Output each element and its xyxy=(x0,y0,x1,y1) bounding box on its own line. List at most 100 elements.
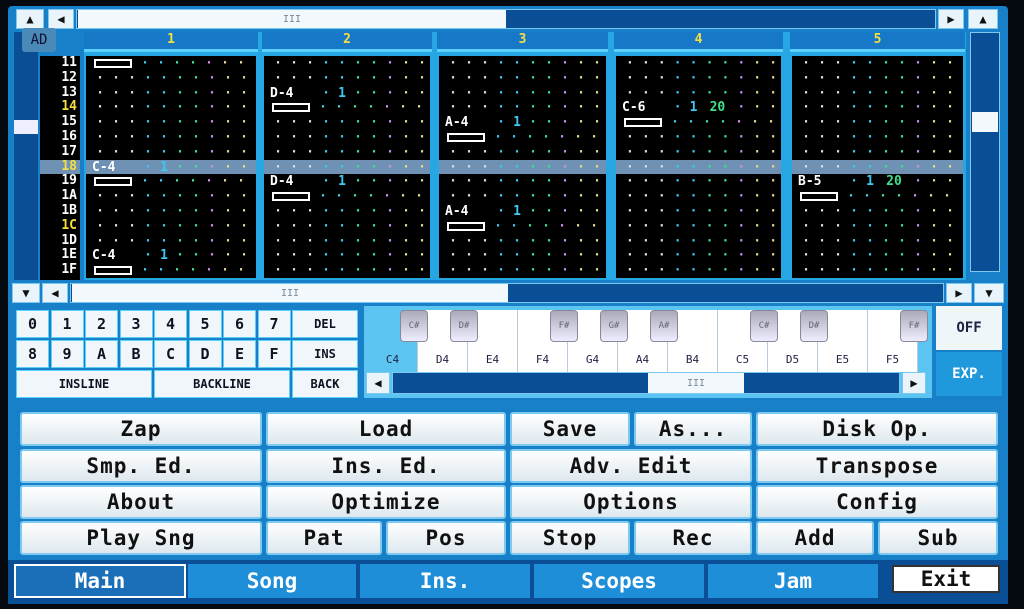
pattern-row[interactable]: · · · · · · · · · · xyxy=(86,86,256,101)
pattern-row[interactable]: · · · · · · · · · · xyxy=(439,71,606,86)
black-key[interactable]: F# xyxy=(900,310,928,342)
pattern-row[interactable]: · · · · · · · · · · xyxy=(616,56,781,71)
key-a[interactable]: A xyxy=(85,340,118,368)
channel-header[interactable]: 3 xyxy=(437,32,608,52)
channel-header[interactable]: 2 xyxy=(262,32,432,52)
pattern-row[interactable]: C-6 · 1 20 · · · xyxy=(616,100,781,115)
stop-button[interactable]: Stop xyxy=(510,521,630,555)
play-position-button[interactable]: Pos xyxy=(386,521,506,555)
piano-scroll-thumb[interactable]: III xyxy=(648,373,744,393)
black-key[interactable]: D# xyxy=(800,310,828,342)
pattern-row[interactable]: · · · · · · · · · · xyxy=(264,234,430,249)
channel-column[interactable]: · · · · · · · · · · · · · · · · · · · · · · · · · · · · · · · · · · · · · · · ·… xyxy=(792,56,963,278)
key-7[interactable]: 7 xyxy=(257,310,291,338)
pattern-row[interactable]: · · · · · · · · · · xyxy=(264,248,430,263)
save-as-button[interactable]: As... xyxy=(634,412,752,446)
sub-button[interactable]: Sub xyxy=(878,521,998,555)
pattern-row[interactable]: · · · · · · · · · · xyxy=(616,263,781,278)
key-1[interactable]: 1 xyxy=(50,310,84,338)
scroll-down-icon[interactable]: ▼ xyxy=(974,283,1004,303)
pattern-row[interactable]: C-4 · 1 · · · · · xyxy=(86,248,256,263)
pattern-row[interactable]: · · · · · · · · · · xyxy=(439,263,606,278)
pattern-row[interactable]: C-4 · 1 · · · · · xyxy=(86,160,256,175)
pattern-row[interactable]: · · · · · · · · · · xyxy=(616,71,781,86)
advanced-edit-button[interactable]: Adv. Edit xyxy=(510,449,752,483)
backline-key[interactable]: BACKLINE xyxy=(154,370,290,398)
pattern-vscrollbar[interactable] xyxy=(970,32,1000,272)
black-key[interactable]: G# xyxy=(600,310,628,342)
pattern-row[interactable]: · · · · · · · · · · xyxy=(86,115,256,130)
black-key[interactable]: C# xyxy=(400,310,428,342)
pattern-row[interactable]: · · · · · · · · · · xyxy=(792,100,963,115)
add-button[interactable]: Add xyxy=(756,521,874,555)
pattern-row[interactable]: · · · · · · · · · · xyxy=(439,56,606,71)
pattern-row[interactable]: · · · · · · · · · · xyxy=(264,71,430,86)
pattern-row[interactable]: · · · · · · · · · · xyxy=(792,56,963,71)
pattern-row[interactable]: · · · · · · · · · · xyxy=(792,115,963,130)
key-f[interactable]: F xyxy=(257,340,291,368)
pattern-row[interactable]: · · · · · · · xyxy=(264,100,430,115)
load-button[interactable]: Load xyxy=(266,412,506,446)
key-9[interactable]: 9 xyxy=(50,340,84,368)
piano-scrollbar[interactable] xyxy=(392,372,900,394)
pattern-row[interactable]: · · · · · · · xyxy=(264,189,430,204)
pattern-row[interactable]: · · · · · · · · · · xyxy=(86,219,256,234)
key-b[interactable]: B xyxy=(119,340,153,368)
key-4[interactable]: 4 xyxy=(154,310,187,338)
pattern-row[interactable]: · · · · · · · · · · xyxy=(616,160,781,175)
disk-op-button[interactable]: Disk Op. xyxy=(756,412,998,446)
pattern-row[interactable]: · · · · · · · · · · xyxy=(792,248,963,263)
pattern-row[interactable]: · · · · · · · · · · xyxy=(792,160,963,175)
scroll-right-icon[interactable]: ▶ xyxy=(938,9,964,29)
pattern-row[interactable]: · · · · · · · · · · xyxy=(616,174,781,189)
tab-jam[interactable]: Jam xyxy=(708,564,880,598)
pattern-row[interactable]: · · · · · · · · · · xyxy=(439,174,606,189)
exp-button[interactable]: EXP. xyxy=(936,352,1002,396)
key-8[interactable]: 8 xyxy=(16,340,49,368)
hscroll-thumb-top[interactable]: III xyxy=(78,10,506,28)
pattern-row[interactable]: A-4 · 1 · · · · · xyxy=(439,204,606,219)
pattern-row[interactable]: · · · · · · · · · · xyxy=(439,100,606,115)
pattern-row[interactable]: · · · · · · · · · · xyxy=(616,248,781,263)
vscroll-thumb[interactable] xyxy=(972,112,998,132)
channel-column[interactable]: · · · · · · · · · · · · · · · · · · · · · · · · · · · · · · · · · · · · · · · ·… xyxy=(439,56,606,278)
scroll-up-icon[interactable]: ▲ xyxy=(968,9,998,29)
scroll-left-icon[interactable]: ◀ xyxy=(42,283,68,303)
pattern-row[interactable]: · · · · · · · · · · xyxy=(86,130,256,145)
pattern-row[interactable]: D-4 · 1 · · · · · xyxy=(264,174,430,189)
play-song-button[interactable]: Play Sng xyxy=(20,521,262,555)
pattern-row[interactable]: · · · · · · · · · · xyxy=(439,234,606,249)
optimize-button[interactable]: Optimize xyxy=(266,485,506,519)
pattern-row[interactable]: · · · · · · · · · · xyxy=(792,234,963,249)
pattern-row[interactable]: · · · · · · · xyxy=(792,189,963,204)
key-e[interactable]: E xyxy=(223,340,256,368)
pattern-row[interactable]: · · · · · · · · · · xyxy=(86,100,256,115)
pattern-row[interactable]: · · · · · · · · · · xyxy=(439,248,606,263)
channel-column[interactable]: · · · · · · · · · · · · · · · · · · · · · · · · · · · · · · · · · · · · · · · ·… xyxy=(86,56,256,278)
pattern-row[interactable]: · · · · · · · xyxy=(439,219,606,234)
pattern-row[interactable]: · · · · · · · · · · xyxy=(86,145,256,160)
key-6[interactable]: 6 xyxy=(223,310,256,338)
pattern-row[interactable]: · · · · · · · · · · xyxy=(439,145,606,160)
insline-key[interactable]: INSLINE xyxy=(16,370,152,398)
pattern-row[interactable]: · · · · · · · · · · xyxy=(264,115,430,130)
about-button[interactable]: About xyxy=(20,485,262,519)
pattern-row[interactable]: · · · · · · · · · · xyxy=(86,234,256,249)
scroll-right-icon[interactable]: ▶ xyxy=(946,283,972,303)
key-c[interactable]: C xyxy=(154,340,187,368)
pattern-row[interactable]: · · · · · · · · · · xyxy=(439,86,606,101)
black-key[interactable]: D# xyxy=(450,310,478,342)
pattern-editor[interactable]: 1 · · · · · · · · · · · · · · · · · · · · · · · · · · · · · · · · · · · · · · ·… xyxy=(84,32,966,280)
pattern-row[interactable]: · · · · · · · · · · xyxy=(264,160,430,175)
pattern-row[interactable]: · · · · · · · · · · xyxy=(792,219,963,234)
delete-key[interactable]: DEL xyxy=(292,310,358,338)
pattern-row[interactable]: · · · · · · · · · · xyxy=(616,219,781,234)
key-3[interactable]: 3 xyxy=(119,310,153,338)
pattern-row[interactable]: · · · · · · · · · · xyxy=(792,263,963,278)
hscroll-thumb[interactable]: III xyxy=(72,284,508,302)
pattern-row[interactable]: · · · · · · · · · · xyxy=(792,145,963,160)
black-key[interactable]: A# xyxy=(650,310,678,342)
instrument-editor-button[interactable]: Ins. Ed. xyxy=(266,449,506,483)
pattern-row[interactable]: · · · · · · · · · · xyxy=(264,56,430,71)
pattern-row[interactable]: A-4 · 1 · · · · · xyxy=(439,115,606,130)
